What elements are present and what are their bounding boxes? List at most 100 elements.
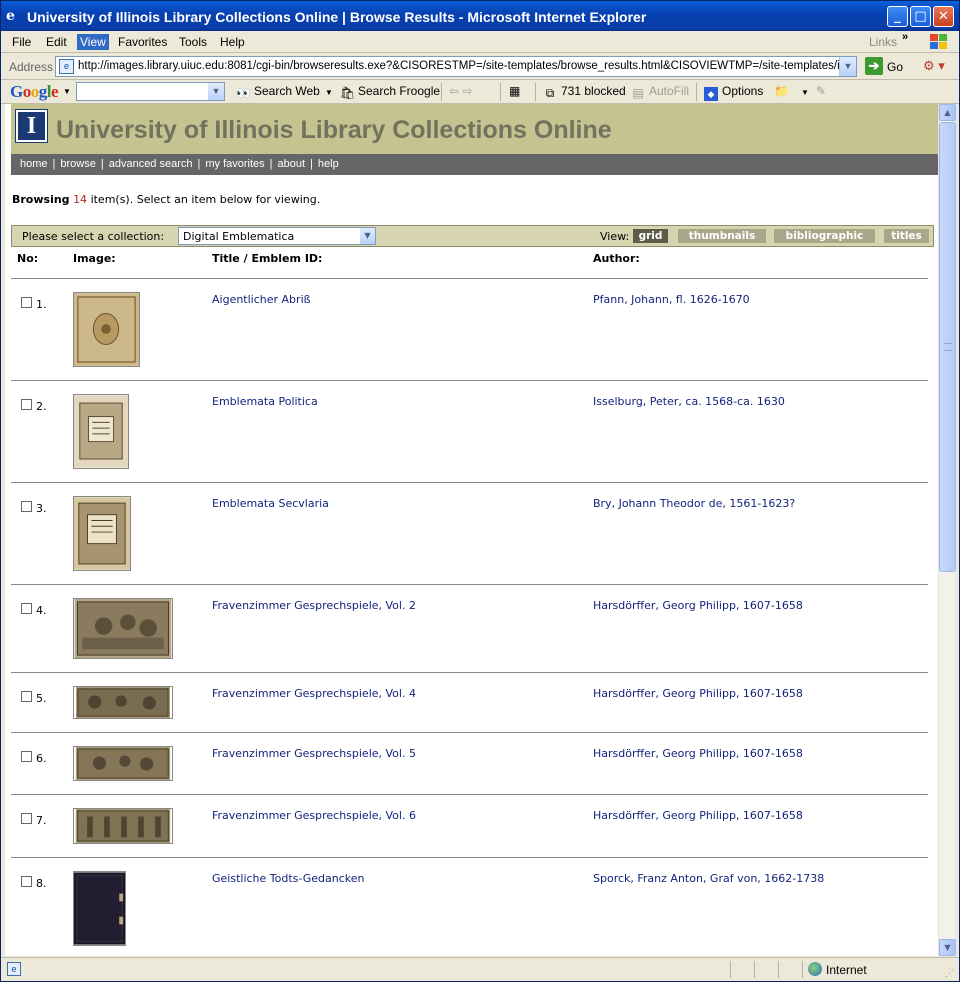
view-label: View: bbox=[600, 230, 630, 243]
illinois-logo[interactable]: I bbox=[15, 109, 48, 143]
pagerank-icon[interactable]: ▦ bbox=[509, 84, 520, 98]
close-button[interactable]: ✕ bbox=[933, 6, 954, 27]
chevron-down-icon[interactable]: ▼ bbox=[208, 83, 224, 100]
item-thumbnail[interactable] bbox=[73, 871, 126, 946]
row-checkbox[interactable] bbox=[21, 297, 32, 308]
row-divider bbox=[11, 584, 928, 585]
search-web-button[interactable]: 👀 Search Web bbox=[236, 84, 320, 100]
divider bbox=[730, 961, 731, 978]
autofill-icon: ▤ bbox=[632, 86, 644, 100]
menu-view[interactable]: View bbox=[77, 34, 109, 50]
scrollbar-thumb[interactable] bbox=[939, 122, 956, 572]
divider bbox=[441, 83, 442, 101]
item-thumbnail[interactable] bbox=[73, 394, 129, 469]
row-checkbox[interactable] bbox=[21, 751, 32, 762]
item-title-link[interactable]: Emblemata Politica bbox=[212, 395, 318, 408]
nav-advanced-search[interactable]: advanced search bbox=[109, 158, 193, 170]
highlighter-icon[interactable]: ✎ bbox=[816, 84, 826, 98]
popup-icon: ⧉ bbox=[545, 86, 555, 100]
row-checkbox[interactable] bbox=[21, 603, 32, 614]
row-checkbox[interactable] bbox=[21, 399, 32, 410]
scroll-down-arrow-icon[interactable]: ▼ bbox=[939, 939, 956, 956]
resize-grip-icon[interactable]: ⋰ bbox=[945, 968, 954, 979]
item-author-link[interactable]: Harsdörffer, Georg Philipp, 1607-1658 bbox=[593, 687, 803, 700]
row-divider bbox=[11, 672, 928, 673]
chevron-down-icon[interactable]: ▼ bbox=[801, 88, 809, 97]
chevron-down-icon[interactable]: ▼ bbox=[325, 88, 333, 97]
row-checkbox[interactable] bbox=[21, 876, 32, 887]
item-author-link[interactable]: Harsdörffer, Georg Philipp, 1607-1658 bbox=[593, 747, 803, 760]
browse-suffix: item(s). Select an item below for viewin… bbox=[90, 193, 321, 206]
site-title: University of Illinois Library Collectio… bbox=[56, 116, 612, 144]
row-number: 3. bbox=[36, 502, 47, 515]
menu-edit[interactable]: Edit bbox=[43, 34, 70, 50]
item-thumbnail[interactable] bbox=[73, 496, 131, 571]
item-title-link[interactable]: Fravenzimmer Gesprechspiele, Vol. 4 bbox=[212, 687, 416, 700]
vertical-scrollbar[interactable]: ▲ ▼ bbox=[938, 104, 956, 956]
row-checkbox[interactable] bbox=[21, 813, 32, 824]
google-search-input[interactable]: ▼ bbox=[76, 82, 225, 101]
item-thumbnail[interactable] bbox=[73, 686, 173, 719]
item-thumbnail[interactable] bbox=[73, 292, 140, 367]
chevron-down-icon[interactable]: ▼ bbox=[360, 228, 375, 244]
item-author-link[interactable]: Pfann, Johann, fl. 1626-1670 bbox=[593, 293, 750, 306]
nav-separator: | bbox=[197, 158, 201, 170]
view-bibliographic-button[interactable]: bibliographic bbox=[774, 229, 875, 243]
nav-about[interactable]: about bbox=[278, 158, 306, 170]
item-title-link[interactable]: Emblemata Secvlaria bbox=[212, 497, 329, 510]
nav-browse[interactable]: browse bbox=[60, 158, 95, 170]
item-author-link[interactable]: Harsdörffer, Georg Philipp, 1607-1658 bbox=[593, 809, 803, 822]
autofill-button[interactable]: ▤ AutoFill bbox=[631, 84, 689, 100]
view-grid-button[interactable]: grid bbox=[633, 229, 668, 243]
item-thumbnail[interactable] bbox=[73, 746, 173, 781]
go-button[interactable]: Go bbox=[887, 60, 903, 74]
item-author-link[interactable]: Harsdörffer, Georg Philipp, 1607-1658 bbox=[593, 599, 803, 612]
google-logo[interactable]: Google bbox=[10, 82, 59, 102]
item-thumbnail[interactable] bbox=[73, 598, 173, 659]
item-author-link[interactable]: Bry, Johann Theodor de, 1561-1623? bbox=[593, 497, 795, 510]
tools-icon[interactable]: ⚙ ▾ bbox=[923, 58, 953, 76]
links-label[interactable]: Links bbox=[869, 35, 897, 49]
item-title-link[interactable]: Geistliche Todts-Gedancken bbox=[212, 872, 365, 885]
item-title-link[interactable]: Aigentlicher Abriß bbox=[212, 293, 311, 306]
menu-file[interactable]: File bbox=[9, 34, 34, 50]
chevron-down-icon[interactable]: ▼ bbox=[63, 87, 71, 96]
item-title-link[interactable]: Fravenzimmer Gesprechspiele, Vol. 5 bbox=[212, 747, 416, 760]
chevron-down-icon[interactable]: ▼ bbox=[839, 57, 856, 76]
menu-favorites[interactable]: Favorites bbox=[115, 34, 170, 50]
row-number: 4. bbox=[36, 604, 47, 617]
scroll-up-arrow-icon[interactable]: ▲ bbox=[939, 104, 956, 121]
address-url[interactable]: http://images.library.uiuc.edu:8081/cgi-… bbox=[78, 60, 856, 72]
menu-tools[interactable]: Tools bbox=[176, 34, 210, 50]
collection-select[interactable]: Digital Emblematica ▼ bbox=[178, 227, 376, 245]
nav-help[interactable]: help bbox=[318, 158, 339, 170]
divider bbox=[778, 961, 779, 978]
site-banner: I University of Illinois Library Collect… bbox=[11, 104, 938, 154]
chevron-right-icon[interactable]: » bbox=[902, 31, 908, 43]
item-author-link[interactable]: Sporck, Franz Anton, Graf von, 1662-1738 bbox=[593, 872, 824, 885]
nav-home[interactable]: home bbox=[20, 158, 48, 170]
divider bbox=[535, 83, 536, 101]
search-froogle-button[interactable]: 🛍 Search Froogle bbox=[340, 84, 440, 100]
address-bar: Address e http://images.library.uiuc.edu… bbox=[1, 54, 959, 80]
options-button[interactable]: ◆ Options bbox=[704, 84, 763, 101]
address-input[interactable]: e http://images.library.uiuc.edu:8081/cg… bbox=[55, 56, 857, 77]
header-author: Author: bbox=[593, 252, 640, 265]
menu-help[interactable]: Help bbox=[217, 34, 248, 50]
item-author-link[interactable]: Isselburg, Peter, ca. 1568-ca. 1630 bbox=[593, 395, 785, 408]
item-thumbnail[interactable] bbox=[73, 808, 173, 844]
view-thumbnails-button[interactable]: thumbnails bbox=[678, 229, 766, 243]
view-titles-button[interactable]: titles bbox=[884, 229, 929, 243]
folder-up-icon[interactable]: 📁 bbox=[774, 84, 789, 98]
minimize-button[interactable]: _ bbox=[887, 6, 908, 27]
row-checkbox[interactable] bbox=[21, 501, 32, 512]
go-arrow-icon[interactable]: ➔ bbox=[865, 57, 883, 75]
nav-my-favorites[interactable]: my favorites bbox=[205, 158, 264, 170]
row-checkbox[interactable] bbox=[21, 691, 32, 702]
item-title-link[interactable]: Fravenzimmer Gesprechspiele, Vol. 2 bbox=[212, 599, 416, 612]
back-arrows-icon[interactable]: ⇦ ⇨ bbox=[449, 84, 472, 98]
popup-blocker-button[interactable]: ⧉ 731 blocked bbox=[543, 84, 626, 100]
browser-window: e University of Illinois Library Collect… bbox=[0, 0, 960, 982]
maximize-button[interactable]: □ bbox=[910, 6, 931, 27]
item-title-link[interactable]: Fravenzimmer Gesprechspiele, Vol. 6 bbox=[212, 809, 416, 822]
